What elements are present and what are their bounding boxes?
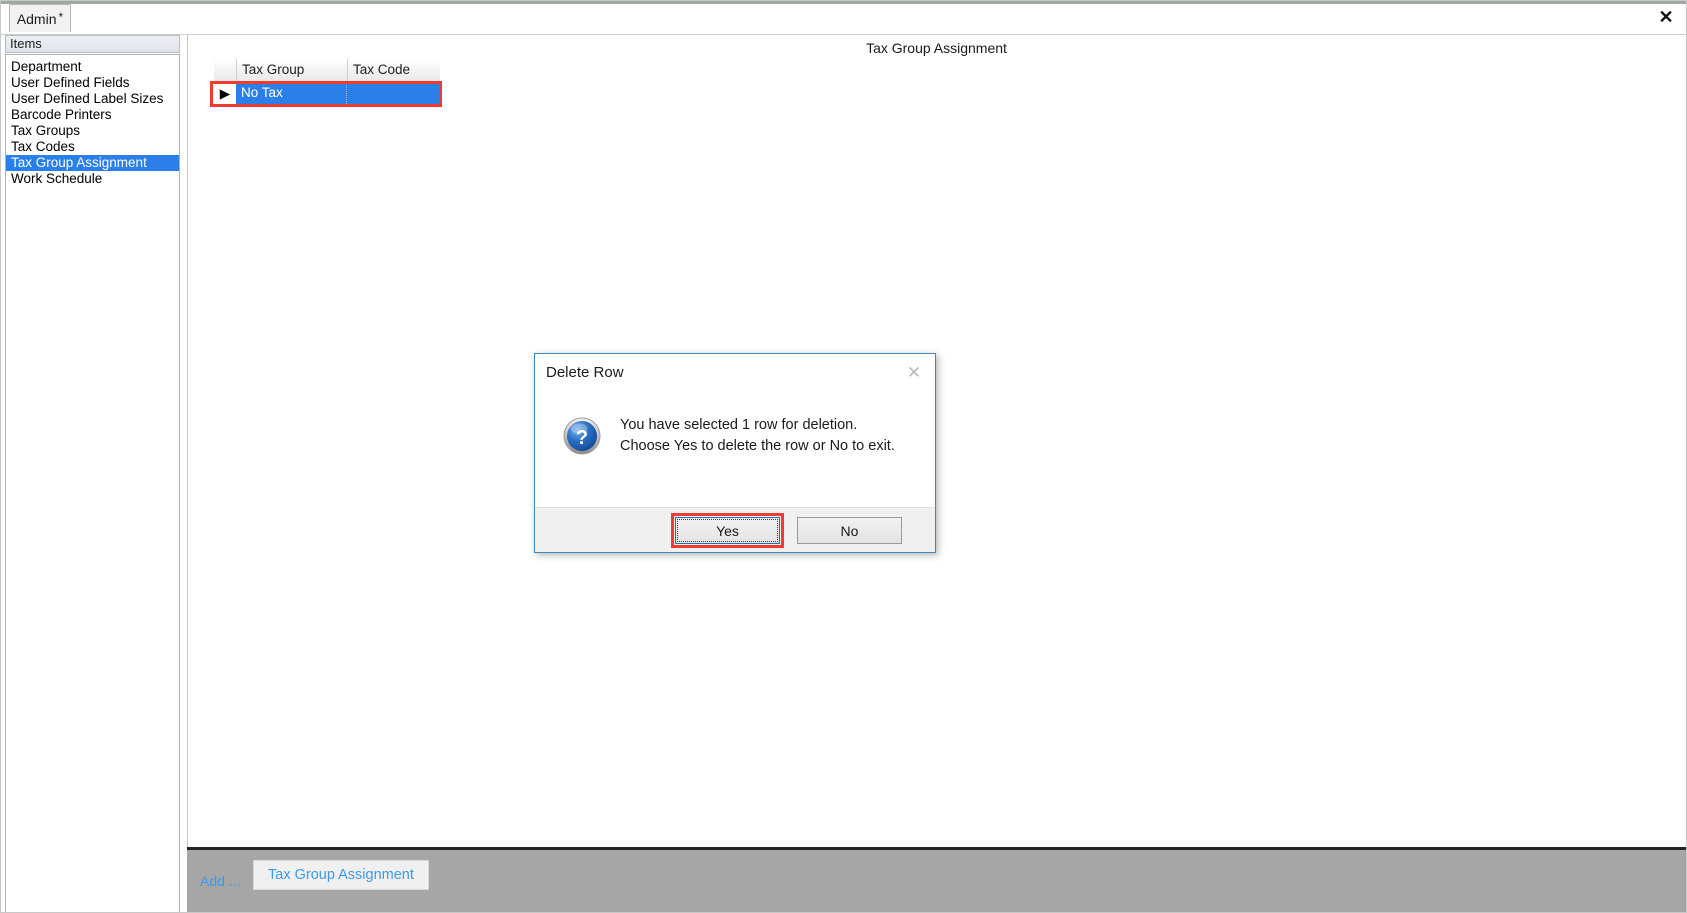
sidebar-item-department[interactable]: Department [6,59,179,75]
sidebar-item-user-defined-fields[interactable]: User Defined Fields [6,75,179,91]
dialog-button-bar: Yes No [535,507,935,552]
dialog-message: You have selected 1 row for deletion. Ch… [620,415,895,457]
dialog-message-line2: Choose Yes to delete the row or No to ex… [620,438,895,454]
bottom-bar: Add ... Tax Group Assignment [187,847,1686,912]
sidebar-item-work-schedule[interactable]: Work Schedule [6,171,179,187]
items-panel-header: Items [5,35,180,53]
svg-text:?: ? [576,427,588,449]
items-panel: Items Department User Defined Fields Use… [5,35,180,912]
sidebar-item-user-defined-label-sizes[interactable]: User Defined Label Sizes [6,91,179,107]
application-window: Admin * ✕ Items Department User Defined … [0,0,1687,913]
sidebar-item-tax-group-assignment[interactable]: Tax Group Assignment [6,155,179,171]
question-icon: ? [563,417,601,455]
dialog-titlebar: Delete Row ✕ [535,354,935,394]
add-link[interactable]: Add ... [200,873,240,889]
grid-header-row: Tax Group Tax Code [214,59,440,82]
dialog-close-icon[interactable]: ✕ [899,360,929,386]
sidebar-item-barcode-printers[interactable]: Barcode Printers [6,107,179,123]
delete-row-dialog: Delete Row ✕ ? You have selected 1 row f… [534,353,936,553]
dialog-title: Delete Row [546,364,624,381]
no-button[interactable]: No [797,517,902,544]
tab-strip-topline [1,1,1686,4]
cell-tax-code[interactable] [347,82,440,104]
cell-tax-group[interactable]: No Tax [236,82,347,104]
sidebar-item-tax-codes[interactable]: Tax Codes [6,139,179,155]
tab-admin[interactable]: Admin * [9,4,71,32]
items-list[interactable]: Department User Defined Fields User Defi… [5,54,180,912]
tab-admin-label: Admin [16,10,57,27]
close-icon[interactable]: ✕ [1652,3,1680,31]
sidebar-item-tax-groups[interactable]: Tax Groups [6,123,179,139]
bottom-tab-tax-group-assignment[interactable]: Tax Group Assignment [253,860,429,890]
yes-button[interactable]: Yes [675,517,780,544]
page-title: Tax Group Assignment [866,40,1007,56]
dialog-message-line1: You have selected 1 row for deletion. [620,417,858,433]
grid-column-header-tax-code[interactable]: Tax Code [347,59,440,81]
tab-admin-modified-marker: * [58,10,64,24]
row-indicator-icon: ▶ [214,82,236,104]
dialog-body: ? You have selected 1 row for deletion. … [535,394,935,507]
grid-header-row-selector [214,59,236,81]
table-row[interactable]: ▶ No Tax [214,82,440,104]
grid-column-header-tax-group[interactable]: Tax Group [236,59,347,81]
tax-group-assignment-grid[interactable]: Tax Group Tax Code ▶ No Tax [214,59,440,104]
tab-strip: Admin * ✕ [1,1,1686,35]
